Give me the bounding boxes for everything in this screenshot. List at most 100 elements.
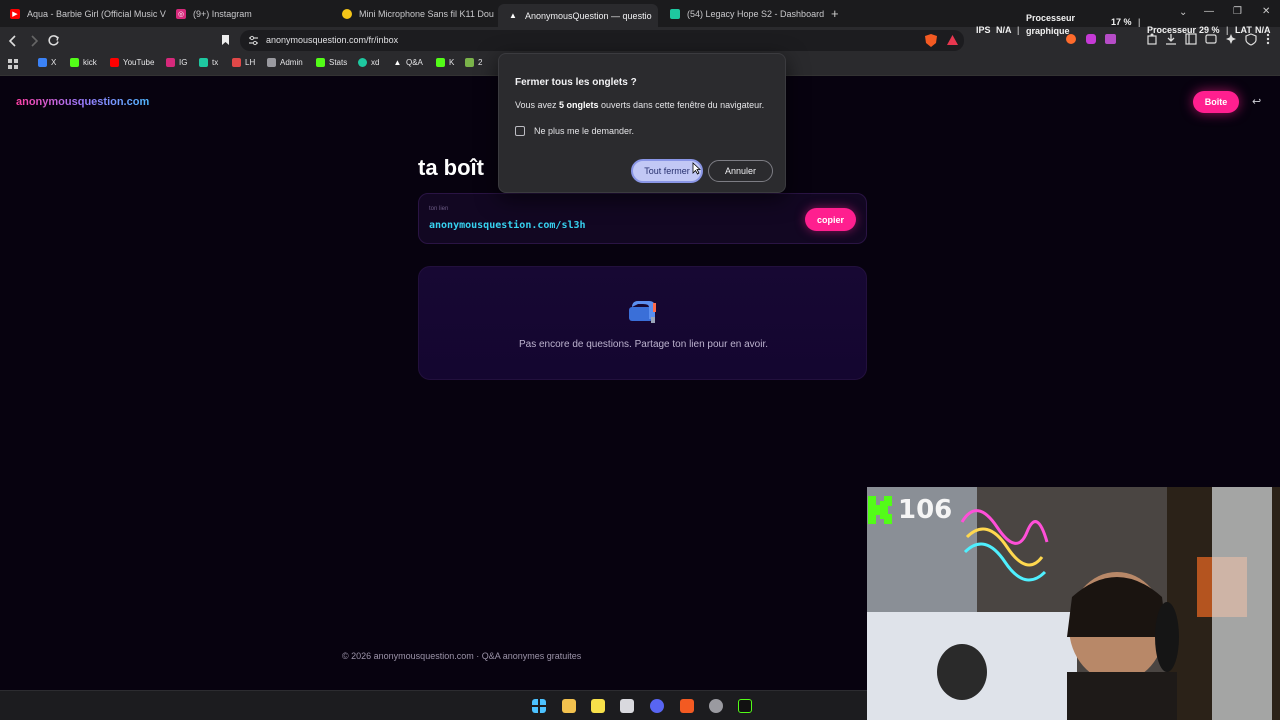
tab-anonymousquestion[interactable]: ▲ AnonymousQuestion — questio ✕ xyxy=(498,4,658,27)
tx-icon xyxy=(199,58,208,67)
youtube-icon: ▶ xyxy=(10,9,20,19)
triangle-icon: ▲ xyxy=(509,11,517,20)
perf-separator: | xyxy=(1226,25,1229,35)
kick-viewer-badge: 106 xyxy=(868,495,952,525)
apps-grid-icon[interactable] xyxy=(8,59,19,70)
bookmark-label: tx xyxy=(212,58,219,67)
bookmark-label: Admin xyxy=(280,58,303,67)
tab-title: Aqua - Barbie Girl (Official Music Vid xyxy=(27,9,166,19)
windows-taskbar xyxy=(0,690,867,720)
bookmark-stats[interactable]: Stats xyxy=(316,58,347,67)
tab-search-chevron-icon[interactable]: ⌄ xyxy=(1179,7,1187,18)
sticky-notes-icon[interactable] xyxy=(591,699,605,713)
stats-icon xyxy=(316,58,325,67)
perf-gpu-value: 17 % xyxy=(1111,17,1132,27)
x-icon xyxy=(38,58,47,67)
minimize-button[interactable]: — xyxy=(1204,6,1214,17)
close-tabs-dialog: Fermer tous les onglets ? Vous avez 5 on… xyxy=(498,53,786,193)
perf-lat-value: N/A xyxy=(1255,25,1271,35)
lh-icon xyxy=(232,58,241,67)
bookmark-qa[interactable]: ▲ Q&A xyxy=(393,58,423,67)
bookmark-icon[interactable] xyxy=(221,34,230,46)
dont-ask-again-checkbox[interactable] xyxy=(515,126,525,136)
bookmark-label: Q&A xyxy=(406,58,423,67)
perf-ips-value: N/A xyxy=(996,25,1012,35)
k-icon xyxy=(436,58,445,67)
perf-gpu-label: Processeur graphique xyxy=(1026,13,1076,36)
terminal-app-icon[interactable] xyxy=(738,699,752,713)
brave-browser-icon[interactable] xyxy=(680,699,694,713)
copy-link-button[interactable]: copier xyxy=(805,208,856,231)
dashboard-icon xyxy=(670,9,680,19)
kick-viewer-count: 106 xyxy=(898,495,953,525)
tab-title: (9+) Instagram xyxy=(193,9,252,19)
bookmark-2[interactable]: 2 xyxy=(465,58,482,67)
share-link-url[interactable]: anonymousquestion.com/sl3h xyxy=(429,220,586,231)
bookmark-kick[interactable]: kick xyxy=(70,58,97,67)
dialog-message-suffix: ouverts dans cette fenêtre du navigateur… xyxy=(598,100,765,110)
bookmark-label: kick xyxy=(83,58,97,67)
site-settings-icon[interactable] xyxy=(248,35,259,46)
mailbox-icon xyxy=(629,301,656,323)
bookmark-ig[interactable]: IG xyxy=(166,58,187,67)
brave-shield-icon[interactable] xyxy=(924,33,938,48)
admin-icon xyxy=(267,58,276,67)
bookmark-label: LH xyxy=(245,58,256,67)
triangle-icon: ▲ xyxy=(393,58,402,67)
perf-ips-label: IPS xyxy=(976,25,991,35)
xd-icon xyxy=(358,58,367,67)
bookmark-lh[interactable]: LH xyxy=(232,58,255,67)
forward-arrow-icon[interactable] xyxy=(29,35,39,47)
dialog-message: Vous avez 5 onglets ouverts dans cette f… xyxy=(515,100,764,110)
file-explorer-icon[interactable] xyxy=(562,699,576,713)
inbox-nav-button[interactable]: Boîte xyxy=(1193,91,1239,113)
obs-icon[interactable] xyxy=(709,699,723,713)
extension-purple-icon[interactable] xyxy=(1086,34,1096,44)
new-tab-button[interactable]: + xyxy=(831,6,839,21)
restore-button[interactable]: ❐ xyxy=(1233,6,1242,17)
bookmark-admin[interactable]: Admin xyxy=(267,58,303,67)
link-label: ton lien xyxy=(429,206,449,212)
dont-ask-again-label[interactable]: Ne plus me le demander. xyxy=(534,126,634,136)
address-bar[interactable]: anonymousquestion.com/fr/inbox xyxy=(240,30,964,51)
perf-separator: | xyxy=(1017,25,1020,35)
browser-tab-strip: ▶ Aqua - Barbie Girl (Official Music Vid… xyxy=(0,0,1280,27)
brave-rewards-icon[interactable] xyxy=(946,34,959,46)
tab-legacy-hope[interactable]: (54) Legacy Hope S2 - Dashboard xyxy=(660,4,826,24)
cancel-button[interactable]: Annuler xyxy=(708,160,773,182)
perf-cpu-value: 29 % xyxy=(1199,25,1220,35)
extension-picture-icon[interactable] xyxy=(1105,34,1116,44)
tab-instagram[interactable]: ◎ (9+) Instagram xyxy=(166,4,332,24)
page-title: ta boît xyxy=(418,155,484,180)
tab-youtube[interactable]: ▶ Aqua - Barbie Girl (Official Music Vid xyxy=(0,4,166,24)
bookmark-label: Stats xyxy=(329,58,348,67)
kick-logo-icon xyxy=(868,496,892,524)
discord-icon[interactable] xyxy=(650,699,664,713)
tab-title: (54) Legacy Hope S2 - Dashboard xyxy=(687,9,825,19)
bookmark-youtube[interactable]: YouTube xyxy=(110,58,154,67)
close-window-button[interactable]: ✕ xyxy=(1262,6,1270,17)
dialog-title: Fermer tous les onglets ? xyxy=(515,77,637,88)
instagram-icon xyxy=(166,58,175,67)
bookmark-tx[interactable]: tx xyxy=(199,58,218,67)
url-text: anonymousquestion.com/fr/inbox xyxy=(266,35,399,45)
perf-separator: | xyxy=(1138,17,1141,27)
site-logo[interactable]: anonymousquestion.com xyxy=(16,96,149,108)
reload-icon[interactable] xyxy=(47,34,60,47)
two-icon xyxy=(465,58,474,67)
kick-icon xyxy=(70,58,79,67)
bookmark-k[interactable]: K xyxy=(436,58,454,67)
windows-start-icon[interactable] xyxy=(532,699,546,713)
empty-state-message: Pas encore de questions. Partage ton lie… xyxy=(518,339,769,350)
shop-icon xyxy=(342,9,352,19)
bookmark-x[interactable]: X xyxy=(38,58,56,67)
back-arrow-icon[interactable] xyxy=(8,35,18,47)
dialog-message-prefix: Vous avez xyxy=(515,100,560,110)
bookmark-label: 2 xyxy=(478,58,483,67)
bookmark-xd[interactable]: xd xyxy=(358,58,379,67)
snipping-tool-icon[interactable] xyxy=(620,699,634,713)
bookmark-label: IG xyxy=(179,58,188,67)
logout-arrow-icon[interactable]: ↩ xyxy=(1252,95,1261,108)
tab-microphone-shop[interactable]: Mini Microphone Sans fil K11 Doubl xyxy=(332,4,494,24)
bookmark-label: X xyxy=(51,58,57,67)
